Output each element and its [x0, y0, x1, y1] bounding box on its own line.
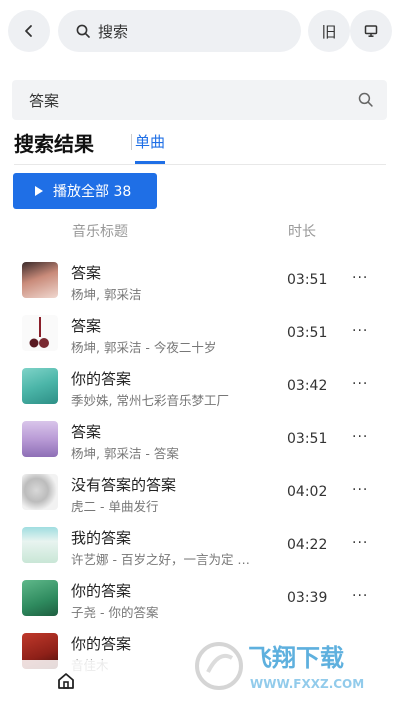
watermark: 飞翔下载 WWW.FXXZ.COM: [192, 636, 392, 696]
watermark-brand: 飞翔下载: [248, 644, 344, 672]
song-duration: 04:22: [287, 537, 328, 553]
play-icon: [35, 186, 43, 196]
song-title: 答案: [71, 264, 102, 282]
play-all-label: 播放全部 38: [53, 184, 132, 200]
desktop-button[interactable]: [350, 10, 392, 52]
top-search-label: 搜索: [98, 22, 129, 41]
song-row[interactable]: 答案 杨坤, 郭采洁 03:51 ···: [0, 262, 400, 315]
song-title: 我的答案: [71, 529, 132, 547]
cover-art: [29, 317, 49, 348]
song-row[interactable]: 你的答案 子尧 - 你的答案 03:39 ···: [0, 580, 400, 633]
home-icon[interactable]: [57, 672, 75, 690]
song-duration: 04:02: [287, 484, 328, 500]
search-icon: [76, 24, 90, 38]
more-icon[interactable]: ···: [352, 270, 368, 286]
watermark-url: WWW.FXXZ.COM: [250, 677, 364, 691]
song-duration: 03:42: [287, 378, 328, 394]
watermark-logo: 飞翔下载 WWW.FXXZ.COM: [195, 642, 364, 691]
song-artist: 季妙姝, 常州七彩音乐梦工厂: [71, 393, 229, 408]
search-icon[interactable]: [358, 92, 373, 107]
album-cover: [22, 421, 58, 457]
song-artist: 杨坤, 郭采洁 - 今夜二十岁: [71, 340, 217, 355]
song-row[interactable]: 答案 杨坤, 郭采洁 - 今夜二十岁 03:51 ···: [0, 315, 400, 368]
song-artist: 杨坤, 郭采洁: [71, 287, 142, 302]
search-field[interactable]: [12, 80, 387, 120]
search-input[interactable]: [27, 90, 351, 110]
more-icon[interactable]: ···: [352, 535, 368, 551]
album-cover: [22, 315, 58, 351]
more-icon[interactable]: ···: [352, 376, 368, 392]
top-search-bar[interactable]: 搜索: [58, 10, 301, 52]
song-artist: 虎二 - 单曲发行: [71, 499, 159, 514]
song-title: 没有答案的答案: [71, 476, 177, 494]
classic-mode-label: 旧: [321, 22, 337, 41]
album-cover: [22, 368, 58, 404]
song-row[interactable]: 没有答案的答案 虎二 - 单曲发行 04:02 ···: [0, 474, 400, 527]
song-title: 答案: [71, 423, 102, 441]
divider: [131, 134, 132, 150]
column-header-title: 音乐标题: [72, 224, 128, 240]
song-title: 答案: [71, 317, 102, 335]
chevron-left-icon: [25, 25, 32, 37]
song-artist: 许艺娜 - 百岁之好，一言为定 …: [71, 552, 250, 567]
album-cover: [22, 580, 58, 616]
more-icon[interactable]: ···: [352, 482, 368, 498]
song-row[interactable]: 我的答案 许艺娜 - 百岁之好，一言为定 … 04:22 ···: [0, 527, 400, 580]
song-title: 你的答案: [71, 370, 132, 388]
results-header: 搜索结果 单曲: [14, 128, 386, 165]
more-icon[interactable]: ···: [352, 588, 368, 604]
song-artist: 子尧 - 你的答案: [71, 605, 159, 620]
album-cover: [22, 474, 58, 510]
tab-indicator: [135, 161, 165, 164]
back-button[interactable]: [8, 10, 50, 52]
more-icon[interactable]: ···: [352, 323, 368, 339]
album-cover: [22, 527, 58, 563]
song-row[interactable]: 你的答案 季妙姝, 常州七彩音乐梦工厂 03:42 ···: [0, 368, 400, 421]
song-artist: 杨坤, 郭采洁 - 答案: [71, 446, 179, 461]
song-duration: 03:51: [287, 272, 328, 288]
song-duration: 03:51: [287, 325, 328, 341]
song-title: 你的答案: [71, 582, 132, 600]
column-header-duration: 时长: [288, 224, 316, 240]
results-title: 搜索结果: [14, 132, 94, 156]
song-duration: 03:39: [287, 590, 328, 606]
classic-mode-button[interactable]: 旧: [308, 10, 350, 52]
play-all-button[interactable]: 播放全部 38: [13, 173, 157, 209]
song-duration: 03:51: [287, 431, 328, 447]
song-row[interactable]: 答案 杨坤, 郭采洁 - 答案 03:51 ···: [0, 421, 400, 474]
more-icon[interactable]: ···: [352, 429, 368, 445]
album-cover: [22, 262, 58, 298]
tab-single[interactable]: 单曲: [135, 131, 165, 152]
top-bar: 搜索 旧: [8, 10, 392, 54]
monitor-icon: [364, 25, 378, 37]
song-title: 你的答案: [71, 635, 132, 653]
